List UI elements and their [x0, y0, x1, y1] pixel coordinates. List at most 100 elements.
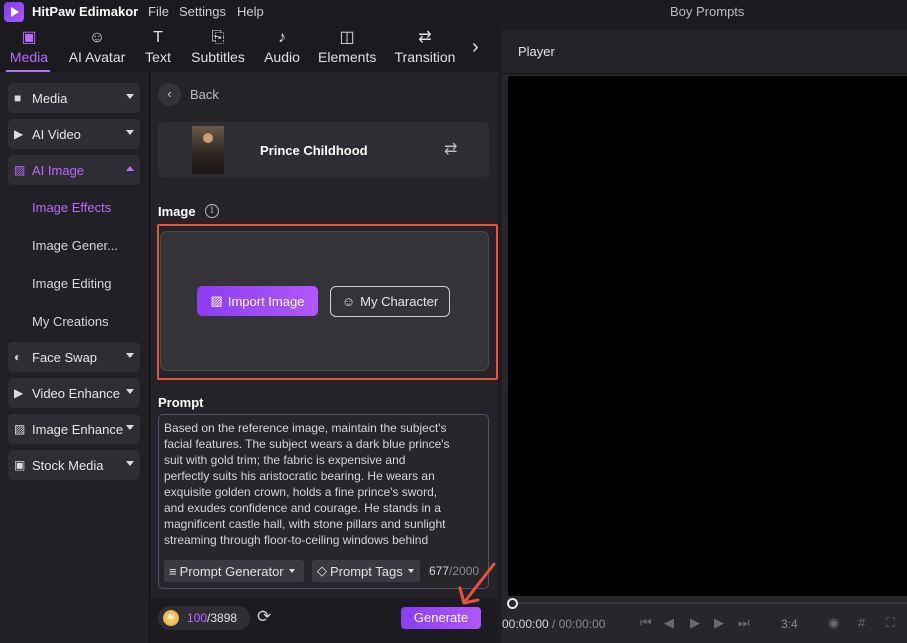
chevron-up-icon — [126, 166, 134, 171]
menu-settings[interactable]: Settings — [179, 4, 226, 19]
ai-video-icon: ▶ — [14, 127, 24, 141]
snapshot-icon[interactable]: ◉ — [828, 615, 839, 631]
sidebar-item-label: AI Video — [32, 126, 81, 142]
prompt-tags-dropdown[interactable]: ◇ Prompt Tags — [312, 560, 420, 582]
credits-total: /3898 — [207, 611, 238, 625]
image-add-icon: ▨ — [210, 293, 223, 308]
app-logo-icon — [4, 2, 24, 22]
text-icon: T — [153, 29, 163, 46]
avatar-icon: ☺ — [88, 29, 106, 46]
users-icon: ☺ — [341, 294, 356, 309]
import-image-button[interactable]: ▨ Import Image — [197, 286, 318, 316]
annotation-arrow-icon — [458, 562, 496, 605]
sidebar-subitem-image-effects[interactable]: Image Effects — [32, 200, 111, 215]
tab-audio-label: Audio — [264, 49, 300, 65]
app-title: HitPaw Edimakor — [32, 4, 139, 19]
tab-elements-label: Elements — [318, 49, 377, 65]
audio-icon: ♪ — [278, 29, 286, 46]
sidebar-item-label: Stock Media — [32, 457, 104, 473]
refresh-icon[interactable]: ⟳ — [257, 607, 271, 627]
tab-media-label: Media — [9, 49, 49, 65]
player-viewport[interactable] — [508, 76, 907, 596]
player-title: Player — [518, 44, 555, 59]
generate-button[interactable]: Generate — [401, 607, 481, 629]
tab-transition-label: Transition — [394, 49, 456, 65]
coin-icon: AI — [163, 610, 179, 626]
seek-bar[interactable] — [512, 602, 907, 604]
menu-file[interactable]: File — [148, 4, 169, 19]
char-count-current: 677 — [429, 564, 450, 578]
fullscreen-icon[interactable]: ⛶ — [886, 615, 895, 631]
back-label[interactable]: Back — [190, 87, 219, 102]
seek-handle[interactable] — [507, 598, 518, 609]
tab-ai-avatar[interactable]: ☺ AI Avatar — [66, 28, 128, 65]
time-current: 00:00:00 — [502, 617, 549, 631]
chevron-right-icon[interactable]: › — [472, 36, 479, 59]
menu-help[interactable]: Help — [237, 4, 264, 19]
sidebar-item-image-enhance[interactable]: ▨ Image Enhance — [8, 414, 140, 444]
subtitles-icon: ⎘ — [211, 29, 225, 46]
timecode: 00:00:00 / 00:00:00 — [502, 617, 605, 631]
swap-icon[interactable]: ⇄ — [444, 139, 457, 159]
list-edit-icon: ≡ — [169, 563, 177, 579]
back-button[interactable]: ‹ — [158, 83, 181, 106]
tab-audio[interactable]: ♪ Audio — [262, 28, 302, 65]
sidebar-item-ai-video[interactable]: ▶ AI Video — [8, 119, 140, 149]
prompt-generator-label: Prompt Generator — [179, 563, 284, 579]
sidebar-item-media[interactable]: ■ Media — [8, 83, 140, 113]
skip-back-icon[interactable]: ⏮ — [640, 615, 652, 631]
sidebar-item-video-enhance[interactable]: ▶ Video Enhance — [8, 378, 140, 408]
sidebar-subitem-image-editing[interactable]: Image Editing — [32, 276, 112, 291]
media-icon: ▣ — [21, 29, 37, 46]
chevron-left-icon: ‹ — [167, 86, 172, 101]
stock-media-icon: ▣ — [14, 458, 26, 472]
aspect-ratio-selector[interactable]: 3:4 — [781, 617, 798, 631]
chevron-down-icon — [288, 569, 295, 573]
transition-icon: ⇄ — [418, 29, 432, 46]
my-character-label: My Character — [360, 294, 439, 309]
credits-used: 100 — [187, 611, 208, 625]
image-section-label: Image — [158, 204, 196, 219]
sidebar-item-face-swap[interactable]: ◐ Face Swap — [8, 342, 140, 372]
sidebar-item-label: Media — [32, 90, 68, 106]
sidebar-item-label: AI Image — [32, 162, 85, 178]
tab-elements[interactable]: ◫ Elements — [318, 28, 376, 65]
face-swap-icon: ◐ — [14, 350, 22, 364]
sidebar-subitem-image-generator[interactable]: Image Gener... — [32, 238, 118, 253]
document-title: Boy Prompts — [670, 4, 745, 19]
info-icon[interactable]: i — [205, 204, 219, 218]
tab-subtitles-label: Subtitles — [191, 49, 245, 65]
tab-media[interactable]: ▣ Media — [6, 28, 52, 65]
play-icon[interactable]: ▶ — [690, 615, 700, 631]
prompt-tags-label: Prompt Tags — [330, 563, 403, 579]
prompt-text[interactable]: Based on the reference image, maintain t… — [164, 420, 482, 548]
prompt-section-label: Prompt — [158, 395, 204, 410]
tab-transition[interactable]: ⇄ Transition — [392, 28, 458, 65]
tab-text[interactable]: T Text — [140, 28, 176, 65]
chevron-down-icon — [126, 461, 134, 466]
import-image-label: Import Image — [227, 293, 305, 309]
tab-subtitles[interactable]: ⎘ Subtitles — [188, 28, 248, 65]
step-forward-icon[interactable]: ▶ — [714, 615, 724, 631]
my-character-button[interactable]: ☺ My Character — [330, 286, 450, 317]
tab-text-label: Text — [145, 49, 171, 65]
chevron-down-icon — [126, 94, 134, 99]
sidebar-item-stock-media[interactable]: ▣ Stock Media — [8, 450, 140, 480]
step-back-icon[interactable]: ◀ — [664, 615, 674, 631]
prompt-generator-dropdown[interactable]: ≡ Prompt Generator — [164, 560, 304, 582]
sidebar-item-label: Image Enhance — [32, 421, 124, 437]
chevron-down-icon — [126, 130, 134, 135]
player-header — [502, 30, 907, 74]
sidebar-item-label: Video Enhance — [32, 385, 120, 401]
sidebar-item-label: Face Swap — [32, 349, 98, 365]
effect-thumbnail — [192, 126, 224, 174]
grid-icon[interactable]: # — [858, 615, 865, 630]
credits-balance: 100/3898 — [187, 611, 237, 625]
sidebar-subitem-my-creations[interactable]: My Creations — [32, 314, 109, 329]
sidebar-item-ai-image[interactable]: ▨ AI Image — [8, 155, 140, 185]
skip-forward-icon[interactable]: ⏭ — [738, 615, 750, 631]
tag-icon: ◇ — [317, 563, 327, 578]
effect-name: Prince Childhood — [260, 143, 368, 158]
image-enhance-icon: ▨ — [14, 422, 26, 436]
time-total: / 00:00:00 — [548, 617, 606, 631]
